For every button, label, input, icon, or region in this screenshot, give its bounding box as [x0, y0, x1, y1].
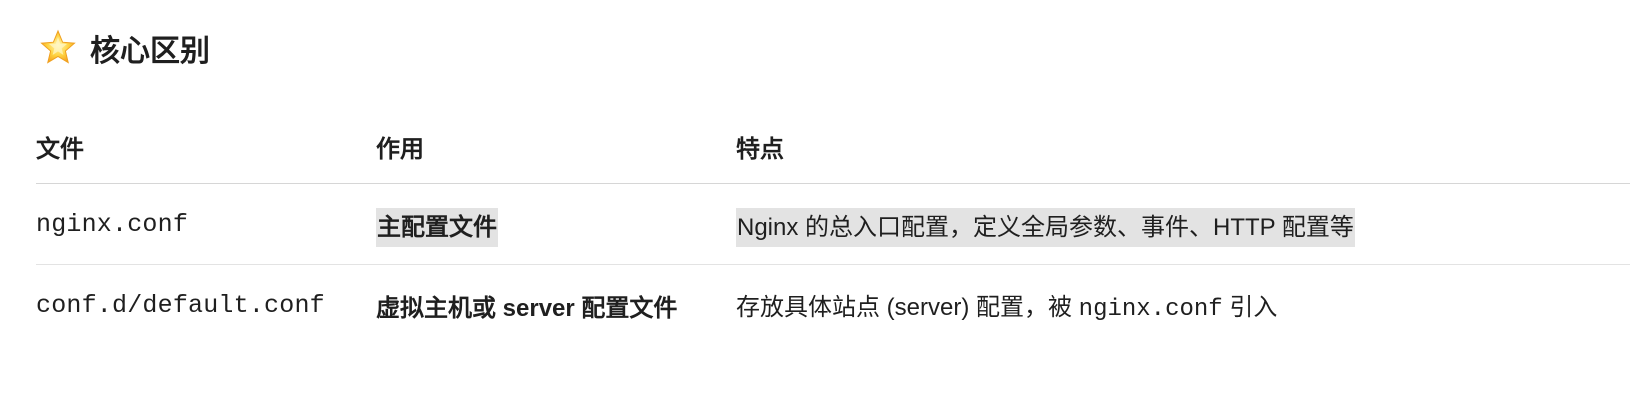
page-title: 核心区别: [90, 35, 210, 68]
feature-cell: 存放具体站点 (server) 配置，被 nginx.conf 引入: [736, 287, 1630, 323]
feature-text-pre: 存放具体站点 (server) 配置，被: [736, 294, 1079, 321]
column-header-role: 作用: [376, 136, 424, 163]
role-cell: 虚拟主机或 server 配置文件: [376, 294, 678, 322]
role-cell: 主配置文件: [376, 207, 736, 247]
inline-code: nginx.conf: [1078, 296, 1223, 323]
feature-cell: Nginx 的总入口配置，定义全局参数、事件、HTTP 配置等: [736, 207, 1630, 247]
feature-text: Nginx 的总入口配置，定义全局参数、事件、HTTP 配置等: [736, 207, 1355, 247]
table-row: nginx.conf 主配置文件 Nginx 的总入口配置，定义全局参数、事件、…: [36, 184, 1630, 265]
column-header-feature: 特点: [736, 136, 784, 163]
table-header-row: 文件 作用 特点: [36, 110, 1630, 184]
star-icon: [38, 28, 78, 68]
table-row: conf.d/default.conf 虚拟主机或 server 配置文件 存放…: [36, 265, 1630, 345]
file-cell: conf.d/default.conf: [36, 290, 325, 320]
feature-text-post: 引入: [1222, 294, 1278, 321]
file-cell: nginx.conf: [36, 209, 189, 239]
role-text: 主配置文件: [376, 207, 498, 247]
comparison-table: 文件 作用 特点 nginx.conf 主配置文件 Nginx 的总入口配置，定…: [36, 110, 1630, 345]
column-header-file: 文件: [36, 136, 84, 163]
section-heading: 核心区别: [38, 24, 210, 72]
